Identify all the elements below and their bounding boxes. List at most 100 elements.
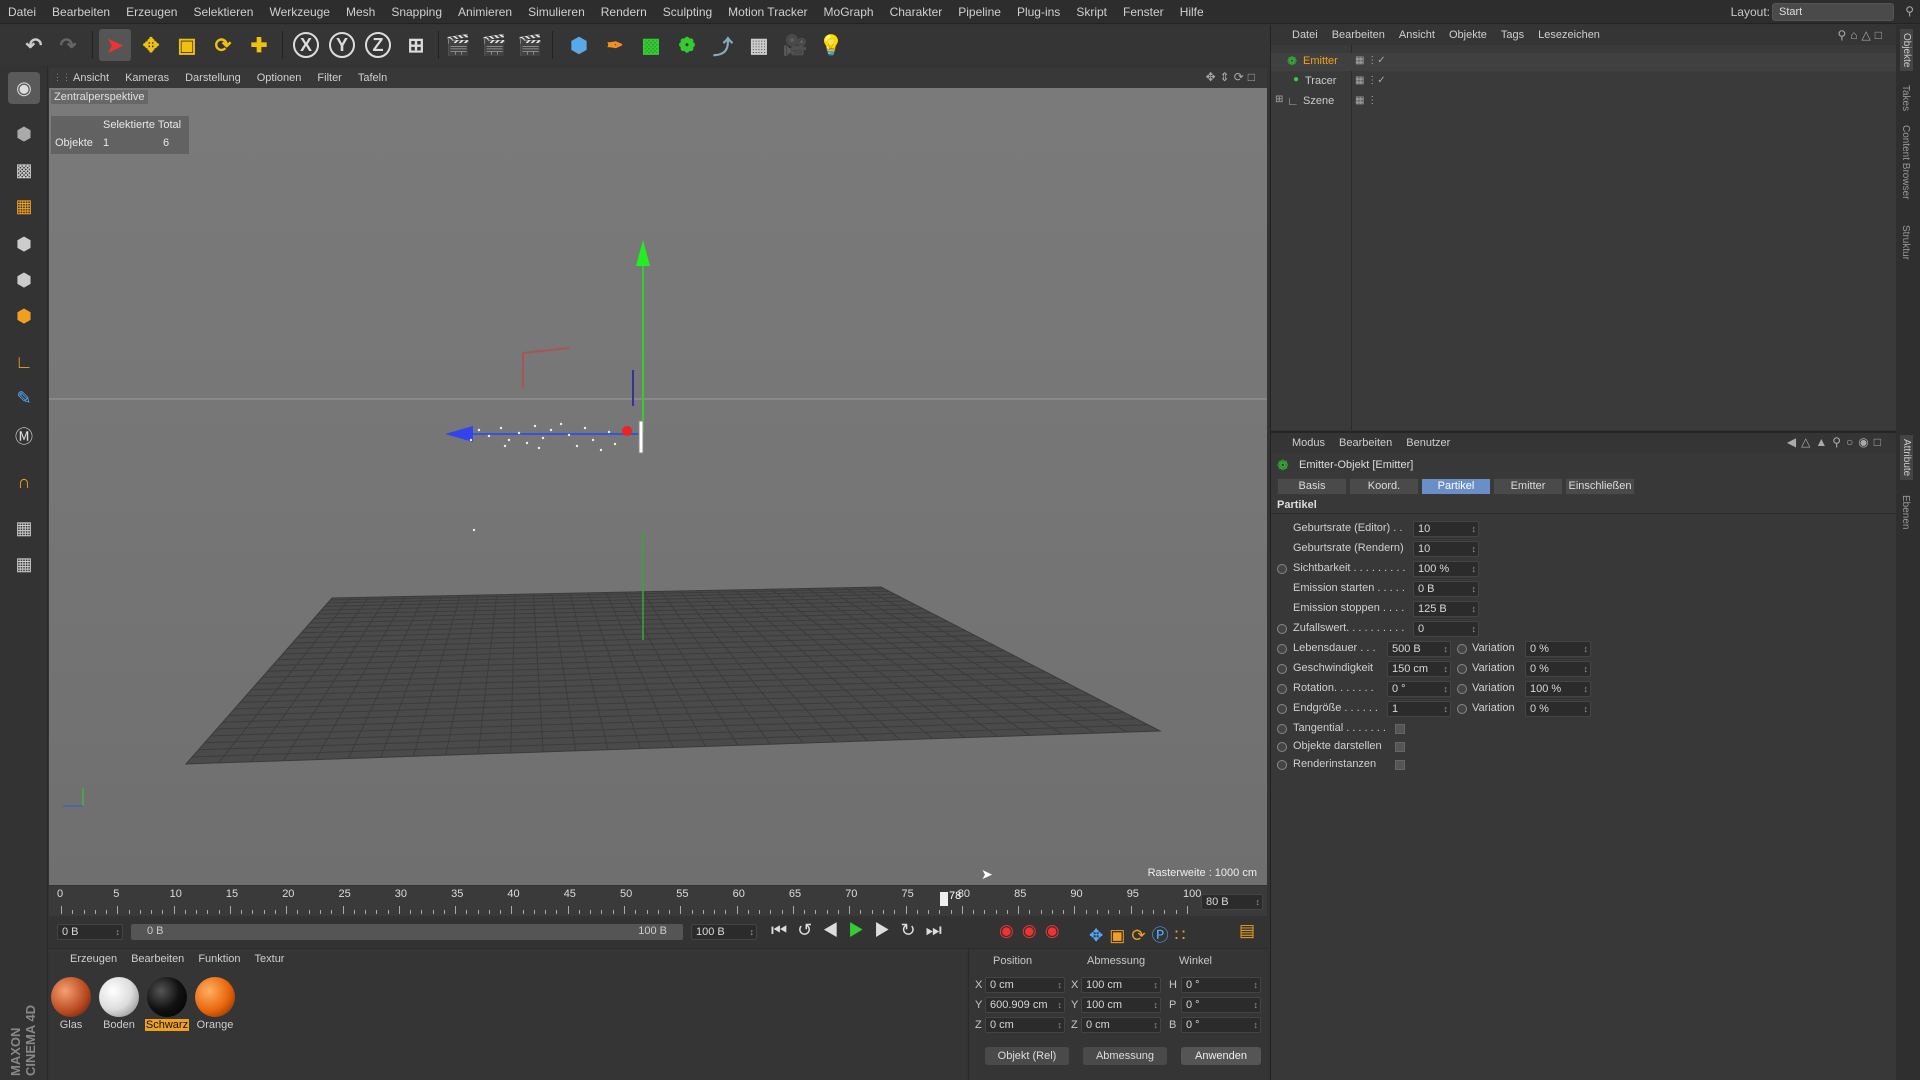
model-mode-icon[interactable]: ⬢ bbox=[8, 118, 40, 150]
menu-datei[interactable]: Datei bbox=[0, 0, 44, 24]
visibility-icon[interactable]: ▦ ⋮✓ bbox=[1355, 55, 1386, 66]
menu-bearbeiten[interactable]: Bearbeiten bbox=[44, 0, 118, 24]
rotation-h-field[interactable]: 0 ° bbox=[1181, 977, 1261, 993]
menu-sculpting[interactable]: Sculpting bbox=[655, 0, 720, 24]
birth-render-field[interactable]: 10 bbox=[1413, 541, 1479, 557]
attr-menu-benutzer[interactable]: Benutzer bbox=[1399, 433, 1457, 453]
menu-simulieren[interactable]: Simulieren bbox=[520, 0, 593, 24]
size-y-field[interactable]: 100 cm bbox=[1081, 997, 1161, 1013]
animate-dot[interactable] bbox=[1277, 684, 1287, 694]
position-z-field[interactable]: 0 cm bbox=[985, 1017, 1065, 1033]
menu-skript[interactable]: Skript bbox=[1068, 0, 1115, 24]
animate-dot[interactable] bbox=[1457, 704, 1467, 714]
deformer-bend-icon[interactable]: ⤴ bbox=[707, 29, 739, 61]
points-mode-icon[interactable]: ⬢ bbox=[8, 228, 40, 260]
vp-menu-optionen[interactable]: Optionen bbox=[249, 68, 310, 88]
mat-menu-erzeugen[interactable]: Erzeugen bbox=[63, 949, 124, 969]
floor-scene-icon[interactable]: ▦ bbox=[743, 29, 775, 61]
menu-hilfe[interactable]: Hilfe bbox=[1172, 0, 1212, 24]
speed-variation-field[interactable]: 0 % bbox=[1525, 661, 1591, 677]
axis-z-lock-button[interactable]: Z bbox=[362, 29, 394, 61]
grid-icon[interactable]: ▦ bbox=[8, 548, 40, 580]
menu-plugins[interactable]: Plug-ins bbox=[1009, 0, 1068, 24]
obj-menu-tags[interactable]: Tags bbox=[1494, 25, 1531, 45]
emit-start-field[interactable]: 0 B bbox=[1413, 581, 1479, 597]
goto-start-icon[interactable]: ⏮ bbox=[771, 920, 797, 940]
move-tool-icon[interactable]: ✥ bbox=[135, 29, 167, 61]
menu-charakter[interactable]: Charakter bbox=[882, 0, 951, 24]
tangential-checkbox[interactable] bbox=[1395, 724, 1405, 734]
prev-key-icon[interactable]: ↺ bbox=[797, 920, 822, 940]
obj-menu-bearbeiten[interactable]: Bearbeiten bbox=[1325, 25, 1392, 45]
menu-mograph[interactable]: MoGraph bbox=[816, 0, 882, 24]
live-select-icon[interactable]: ✚ bbox=[243, 29, 275, 61]
obj-panel-icons[interactable]: ⚲⌂△□ bbox=[1837, 28, 1886, 42]
make-editable-icon[interactable]: ◉ bbox=[8, 72, 40, 104]
size-x-field[interactable]: 100 cm bbox=[1081, 977, 1161, 993]
render-view-icon[interactable]: 🎬 bbox=[442, 29, 474, 61]
edges-mode-icon[interactable]: ⬢ bbox=[8, 264, 40, 296]
mat-menu-bearbeiten[interactable]: Bearbeiten bbox=[124, 949, 191, 969]
timeline-end-display[interactable]: 80 B bbox=[1201, 894, 1263, 910]
animate-dot[interactable] bbox=[1277, 742, 1287, 752]
endscale-variation-field[interactable]: 0 % bbox=[1525, 701, 1591, 717]
key-position-icon[interactable]: ✥ bbox=[1089, 926, 1109, 945]
tab-attribute[interactable]: Attribute bbox=[1900, 435, 1913, 481]
coordinate-system-icon[interactable]: ⊞ bbox=[400, 29, 432, 61]
tab-objekte[interactable]: Objekte bbox=[1900, 29, 1913, 72]
mograph-cloner-icon[interactable]: ❁ bbox=[671, 29, 703, 61]
obj-menu-lesezeichen[interactable]: Lesezeichen bbox=[1531, 25, 1607, 45]
range-slider[interactable]: 0 B 100 B bbox=[131, 924, 683, 940]
texture-mode-icon[interactable]: ▩ bbox=[8, 154, 40, 186]
menu-erzeugen[interactable]: Erzeugen bbox=[118, 0, 185, 24]
mat-menu-textur[interactable]: Textur bbox=[248, 949, 292, 969]
tab-basis[interactable]: Basis bbox=[1277, 478, 1347, 495]
obj-menu-objekte[interactable]: Objekte bbox=[1442, 25, 1494, 45]
visibility-icon[interactable]: ▦ ⋮✓ bbox=[1355, 75, 1386, 86]
animate-dot[interactable] bbox=[1277, 564, 1287, 574]
viewport[interactable]: Zentralperspektive Selektierte Total Obj… bbox=[49, 88, 1267, 885]
animate-dot[interactable] bbox=[1277, 760, 1287, 770]
lifetime-field[interactable]: 500 B bbox=[1387, 641, 1451, 657]
animate-dot[interactable] bbox=[1277, 704, 1287, 714]
endscale-field[interactable]: 1 bbox=[1387, 701, 1451, 717]
rotate-tool-icon[interactable]: ⟳ bbox=[207, 29, 239, 61]
tweak-mode-icon[interactable]: ✎ bbox=[8, 382, 40, 414]
tab-struktur[interactable]: Struktur bbox=[1900, 225, 1911, 260]
polygons-mode-icon[interactable]: ⬢ bbox=[8, 300, 40, 332]
axis-x-lock-button[interactable]: X bbox=[290, 29, 322, 61]
key-scale-icon[interactable]: ▣ bbox=[1109, 926, 1131, 945]
size-z-field[interactable]: 0 cm bbox=[1081, 1017, 1161, 1033]
rotation-b-field[interactable]: 0 ° bbox=[1181, 1017, 1261, 1033]
vp-menu-tafeln[interactable]: Tafeln bbox=[350, 68, 395, 88]
play-icon[interactable]: ▶ bbox=[848, 920, 874, 940]
next-frame-icon[interactable]: ▶ bbox=[874, 920, 900, 940]
menu-pipeline[interactable]: Pipeline bbox=[950, 0, 1009, 24]
material-orange[interactable]: Orange bbox=[193, 977, 237, 1031]
select-pointer-icon[interactable]: ➤ bbox=[99, 29, 131, 61]
layout-select[interactable]: Start bbox=[1772, 3, 1894, 21]
animate-dot[interactable] bbox=[1457, 644, 1467, 654]
material-glas[interactable]: Glas bbox=[49, 977, 93, 1031]
workplane-lock-icon[interactable]: ▦ bbox=[8, 512, 40, 544]
object-row-szene[interactable]: ⊞ ∟ Szene ▦ ⋮ bbox=[1271, 93, 1897, 111]
menu-fenster[interactable]: Fenster bbox=[1115, 0, 1172, 24]
key-parameter-icon[interactable]: Ⓟ bbox=[1152, 926, 1175, 945]
tab-koord[interactable]: Koord. bbox=[1349, 478, 1419, 495]
lifetime-variation-field[interactable]: 0 % bbox=[1525, 641, 1591, 657]
goto-end-icon[interactable]: ⏭ bbox=[926, 920, 952, 940]
apply-button[interactable]: Anwenden bbox=[1181, 1047, 1261, 1065]
snap-icon[interactable]: Ⓜ bbox=[8, 420, 40, 452]
rotation-variation-field[interactable]: 100 % bbox=[1525, 681, 1591, 697]
expand-icon[interactable]: ⊞ bbox=[1275, 94, 1283, 105]
tab-takes[interactable]: Takes bbox=[1900, 85, 1911, 111]
attr-menu-modus[interactable]: Modus bbox=[1285, 433, 1332, 453]
camera-icon[interactable]: 🎥 bbox=[779, 29, 811, 61]
animate-dot[interactable] bbox=[1277, 724, 1287, 734]
vp-menu-filter[interactable]: Filter bbox=[309, 68, 349, 88]
cube-primitive-icon[interactable]: ⬢ bbox=[563, 29, 595, 61]
position-y-field[interactable]: 600.909 cm bbox=[985, 997, 1065, 1013]
speed-field[interactable]: 150 cm bbox=[1387, 661, 1451, 677]
material-boden[interactable]: Boden bbox=[97, 977, 141, 1031]
rotation-field[interactable]: 0 ° bbox=[1387, 681, 1451, 697]
